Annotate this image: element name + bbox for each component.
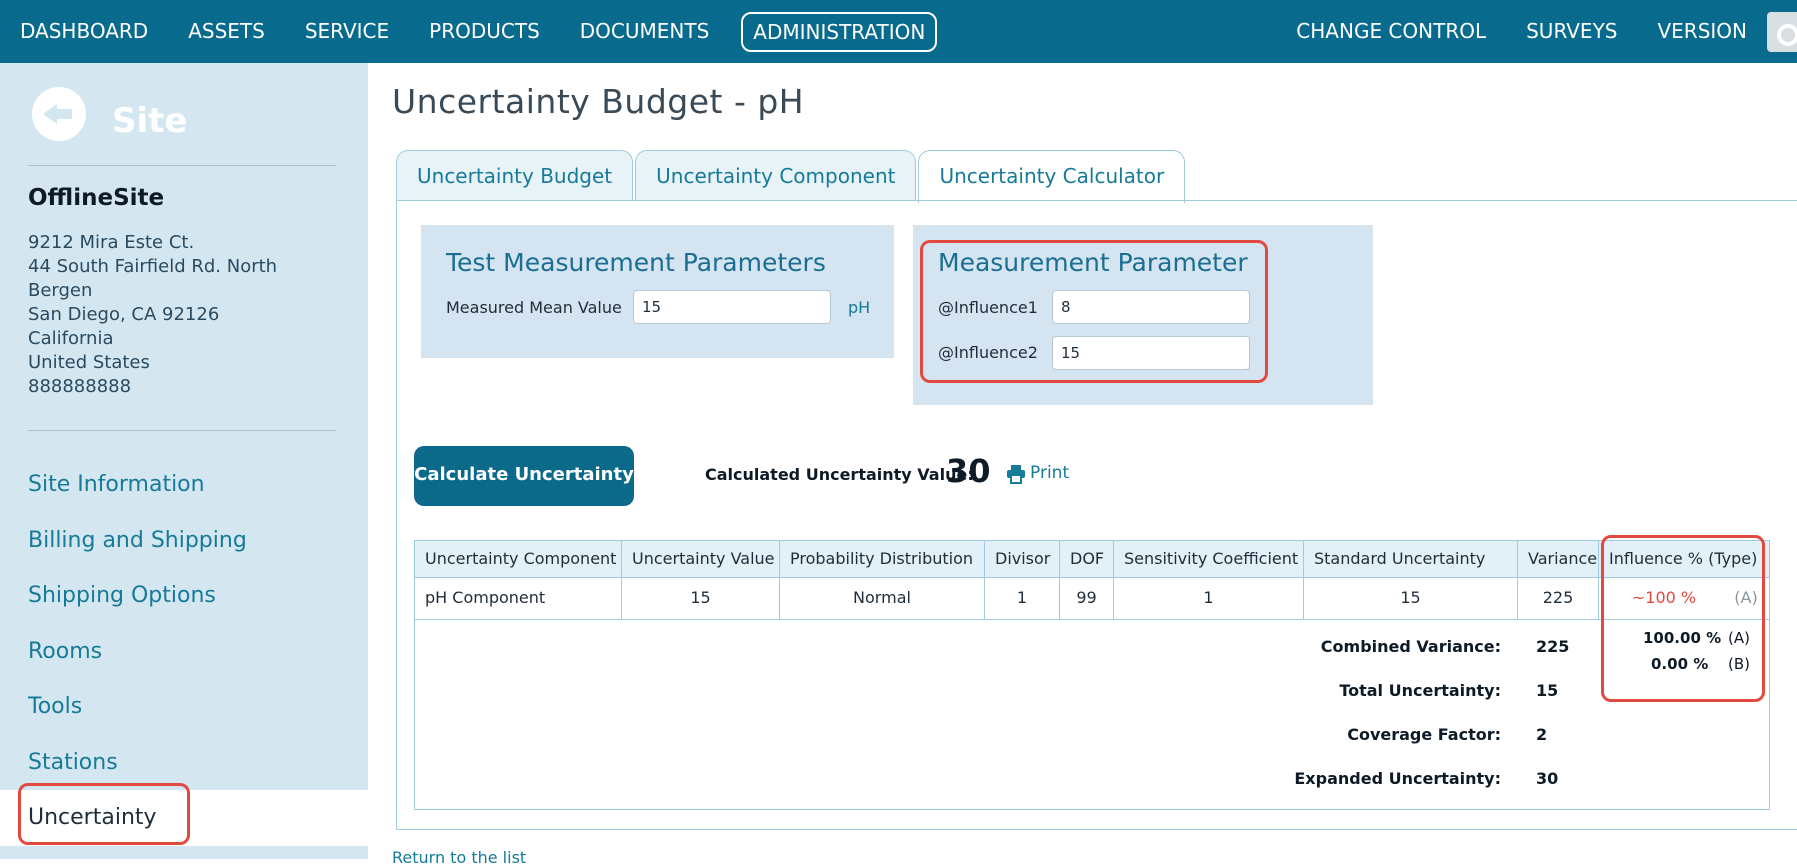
address-line: Bergen <box>28 280 93 301</box>
calculated-value: 30 <box>946 452 991 490</box>
standard-uncertainty-cell: 15 <box>1304 577 1518 619</box>
nav-dashboard[interactable]: DASHBOARD <box>0 0 168 63</box>
sidebar-item-stations[interactable]: Stations <box>0 735 368 791</box>
column-header: Probability Distribution <box>780 541 985 577</box>
measured-mean-label: Measured Mean Value <box>446 298 622 317</box>
table-header: Uncertainty Component Uncertainty Value … <box>415 541 1769 578</box>
return-to-list-link[interactable]: Return to the list <box>392 848 526 867</box>
page-title: Uncertainty Budget - pH <box>392 82 805 121</box>
sidebar-item-shipping-options[interactable]: Shipping Options <box>0 568 368 624</box>
combined-variance-label: Combined Variance: <box>1320 637 1501 656</box>
address-line: 9212 Mira Este Ct. <box>28 232 195 253</box>
print-link[interactable]: Print <box>1030 463 1069 483</box>
expanded-uncertainty-value: 30 <box>1536 769 1559 788</box>
printer-icon[interactable] <box>1006 464 1026 484</box>
tab-uncertainty-calculator[interactable]: Uncertainty Calculator <box>918 150 1186 203</box>
tab-uncertainty-budget[interactable]: Uncertainty Budget <box>396 150 634 201</box>
dof-cell: 99 <box>1060 577 1114 619</box>
column-header: Uncertainty Component <box>415 541 622 577</box>
address-phone: 888888888 <box>28 376 132 397</box>
test-parameters-title: Test Measurement Parameters <box>446 248 826 277</box>
nav-documents[interactable]: DOCUMENTS <box>560 0 730 63</box>
address-line: San Diego, CA 92126 <box>28 304 220 325</box>
nav-change-control[interactable]: CHANGE CONTROL <box>1276 0 1506 63</box>
sidebar-item-tools[interactable]: Tools <box>0 679 368 735</box>
divider <box>28 430 336 431</box>
address-line: 44 South Fairfield Rd. North <box>28 256 278 277</box>
divisor-cell: 1 <box>985 577 1060 619</box>
tab-uncertainty-component[interactable]: Uncertainty Component <box>635 150 917 201</box>
sidebar-item-billing-and-shipping[interactable]: Billing and Shipping <box>0 513 368 569</box>
sidebar-item-rooms[interactable]: Rooms <box>0 624 368 680</box>
value-cell: 15 <box>622 577 780 619</box>
column-header: Divisor <box>985 541 1060 577</box>
nav-assets[interactable]: ASSETS <box>168 0 285 63</box>
highlight-box <box>18 783 190 845</box>
column-header: Variance <box>1518 541 1599 577</box>
component-cell: pH Component <box>415 577 622 619</box>
highlight-box <box>920 240 1268 383</box>
address-line: California <box>28 328 114 349</box>
sidebar-item-site-information[interactable]: Site Information <box>0 457 368 513</box>
table-row: pH Component 15 Normal 1 99 1 15 225 ~10… <box>415 577 1769 620</box>
top-navigation: DASHBOARD ASSETS SERVICE PRODUCTS DOCUME… <box>0 0 1797 63</box>
nav-surveys[interactable]: SURVEYS <box>1506 0 1637 63</box>
column-header: Standard Uncertainty <box>1304 541 1518 577</box>
uncertainty-table: Uncertainty Component Uncertainty Value … <box>414 540 1770 810</box>
distribution-cell: Normal <box>780 577 985 619</box>
sensitivity-cell: 1 <box>1114 577 1304 619</box>
total-uncertainty-label: Total Uncertainty: <box>1339 681 1501 700</box>
unit-label: pH <box>848 298 871 317</box>
calculated-value-label: Calculated Uncertainty Value: <box>705 465 974 484</box>
nav-administration[interactable]: ADMINISTRATION <box>741 11 938 52</box>
site-name: OfflineSite <box>28 185 165 211</box>
nav-version[interactable]: VERSION <box>1637 0 1767 63</box>
column-header: Sensitivity Coefficient <box>1114 541 1304 577</box>
nav-products[interactable]: PRODUCTS <box>409 0 560 63</box>
address-line: United States <box>28 352 150 373</box>
nav-service[interactable]: SERVICE <box>285 0 409 63</box>
measured-mean-input[interactable]: 15 <box>633 290 831 324</box>
coverage-factor-value: 2 <box>1536 725 1548 744</box>
column-header: Uncertainty Value <box>622 541 780 577</box>
expanded-uncertainty-label: Expanded Uncertainty: <box>1294 769 1501 788</box>
sidebar: Site OfflineSite 9212 Mira Este Ct. 44 S… <box>0 63 368 859</box>
sidebar-heading: Site <box>112 101 188 141</box>
variance-cell: 225 <box>1518 577 1599 619</box>
column-header: DOF <box>1060 541 1114 577</box>
site-address: 9212 Mira Este Ct. 44 South Fairfield Rd… <box>28 231 277 399</box>
highlight-box <box>1601 535 1765 702</box>
total-uncertainty-value: 15 <box>1536 681 1559 700</box>
calculate-uncertainty-button[interactable]: Calculate Uncertainty <box>414 446 634 506</box>
combined-variance-value: 225 <box>1536 637 1570 656</box>
gear-icon[interactable] <box>1767 11 1797 52</box>
tab-bar: Uncertainty Budget Uncertainty Component… <box>396 150 1187 203</box>
back-arrow-icon[interactable] <box>32 87 86 141</box>
coverage-factor-label: Coverage Factor: <box>1347 725 1501 744</box>
divider <box>28 165 336 166</box>
